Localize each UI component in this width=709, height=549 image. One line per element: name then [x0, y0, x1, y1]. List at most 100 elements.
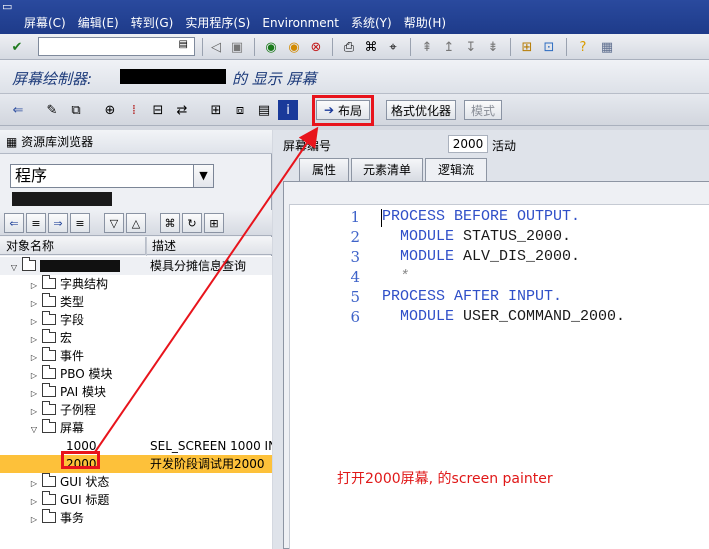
screen-description: 开发阶段调试用2000: [150, 457, 265, 471]
masked-program-name: [120, 69, 226, 84]
print-icon[interactable]: ⎙: [340, 38, 358, 56]
menu-system[interactable]: 系统(Y): [345, 14, 398, 32]
code-line: PROCESS AFTER INPUT.: [382, 288, 563, 305]
nav-settings-icon[interactable]: ⊞: [204, 213, 224, 233]
masked-program-node: [40, 260, 120, 272]
tree-row-screen-1000[interactable]: 1000 SEL_SCREEN 1000 INF: [0, 437, 272, 455]
next-page-icon[interactable]: ↧: [462, 38, 480, 56]
nav-forward-icon[interactable]: ⇒: [48, 213, 68, 233]
line-number: 5: [350, 288, 360, 306]
nav-back-icon[interactable]: ⇐: [4, 213, 24, 233]
flow-logic-tab-body: 1 2 3 4 5 6 PROCESS BEFORE OUTPUT. MODUL…: [283, 181, 709, 549]
tree-node-label: GUI 状态: [60, 475, 110, 489]
find-next-icon[interactable]: ⌖: [384, 38, 402, 56]
element-list-icon[interactable]: ▤: [254, 100, 274, 120]
menu-bar: ▭ 屏幕(C) 编辑(E) 转到(G) 实用程序(S) Environment …: [0, 0, 709, 34]
tree-row[interactable]: ▷ 事件: [0, 347, 272, 365]
menu-edit[interactable]: 编辑(E): [72, 14, 125, 32]
change-icon[interactable]: ✎: [42, 100, 62, 120]
tree-row[interactable]: ▷ PBO 模块: [0, 365, 272, 383]
navigator-toolbar: ⇐ ≡ ⇒ ≡ ▽ △ ⌘ ↻ ⊞: [0, 210, 272, 236]
format-optimizer-button[interactable]: 格式优化器: [386, 100, 456, 120]
save-icon[interactable]: ▣: [228, 38, 246, 56]
tree-row[interactable]: ▷ GUI 标题: [0, 491, 272, 509]
dictionary-icon[interactable]: ⧈: [230, 100, 250, 120]
new-session-icon[interactable]: ⊞: [518, 38, 536, 56]
tree-row-root[interactable]: ▽ 模具分摊信息查询: [0, 257, 272, 275]
menu-goto[interactable]: 转到(G): [125, 14, 180, 32]
collapse-icon[interactable]: ◁: [207, 38, 225, 56]
code-line: MODULE STATUS_2000.: [382, 228, 572, 245]
command-field[interactable]: ▤: [38, 37, 195, 56]
menu-help[interactable]: 帮助(H): [398, 14, 452, 32]
shortcut-icon[interactable]: ⊡: [540, 38, 558, 56]
back-arrow-icon[interactable]: ⇐: [8, 100, 28, 120]
tree-row[interactable]: ▷ GUI 状态: [0, 473, 272, 491]
tree-row-screens[interactable]: ▽ 屏幕: [0, 419, 272, 437]
tab-flow-logic[interactable]: 逻辑流: [425, 158, 487, 182]
tree-row[interactable]: ▷ 类型: [0, 293, 272, 311]
tree-row[interactable]: ▷ 字段: [0, 311, 272, 329]
find-icon[interactable]: ⌘: [362, 38, 380, 56]
history-icon[interactable]: ▤: [179, 39, 188, 50]
tree-row[interactable]: ▷ 字典结构: [0, 275, 272, 293]
nav-menu-icon[interactable]: ≡: [70, 213, 90, 233]
where-used-icon[interactable]: ⊟: [148, 100, 168, 120]
display-change-icon[interactable]: ⧉: [66, 100, 86, 120]
page-title: 屏幕绘制器:: [12, 70, 93, 88]
nav-find-icon[interactable]: ⌘: [160, 213, 180, 233]
menu-screen[interactable]: 屏幕(C): [18, 14, 72, 32]
help-icon[interactable]: ?: [574, 38, 592, 56]
tree-row-screen-2000[interactable]: 2000 开发阶段调试用2000: [0, 455, 272, 473]
folder-icon: [42, 491, 56, 505]
enter-icon[interactable]: ✔: [8, 38, 26, 56]
last-page-icon[interactable]: ⇟: [484, 38, 502, 56]
tree-icon: ▦: [6, 135, 18, 149]
info-icon[interactable]: i: [278, 100, 298, 120]
folder-icon: [42, 509, 56, 523]
layout-button-highlight: [312, 95, 374, 126]
object-type-select[interactable]: 程序 ▼: [10, 164, 214, 188]
tree-row[interactable]: ▷ 宏: [0, 329, 272, 347]
screen-status: 活动: [492, 139, 517, 153]
flow-logic-editor[interactable]: 1 2 3 4 5 6 PROCESS BEFORE OUTPUT. MODUL…: [289, 204, 709, 549]
standard-toolbar: ✔ ▤ ◁ ▣ ◉ ◉ ⊗ ⎙ ⌘ ⌖ ⇞ ↥ ↧ ⇟ ⊞ ⊡ ? ▦: [0, 34, 709, 60]
chevron-down-icon[interactable]: ▼: [193, 165, 213, 187]
exit-icon[interactable]: ◉: [285, 38, 303, 56]
tree-node-label: 事件: [60, 349, 85, 363]
nav-refresh-icon[interactable]: ↻: [182, 213, 202, 233]
object-type-value: 程序: [15, 166, 48, 185]
previous-page-icon[interactable]: ↥: [440, 38, 458, 56]
collapse-all-icon[interactable]: △: [126, 213, 146, 233]
repository-browser: ▦ 资源库浏览器 程序 ▼ ⇐ ≡ ⇒ ≡ ▽ △ ⌘ ↻ ⊞ 对象名称 描述 …: [0, 130, 272, 549]
activate-icon[interactable]: ⁞: [124, 100, 144, 120]
folder-icon: [22, 257, 36, 271]
cancel-icon[interactable]: ⊗: [307, 38, 325, 56]
menu-utilities[interactable]: 实用程序(S): [179, 14, 256, 32]
folder-icon: [42, 473, 56, 487]
system-menu-icon[interactable]: ▭: [2, 1, 16, 13]
col-object-name[interactable]: 对象名称: [0, 237, 146, 255]
tree-row[interactable]: ▷ 事务: [0, 509, 272, 527]
mode-button[interactable]: 模式: [464, 100, 502, 120]
tab-attributes[interactable]: 属性: [299, 158, 349, 181]
folder-open-icon: [42, 419, 56, 433]
layout-menu-icon[interactable]: ▦: [598, 38, 616, 56]
back-icon[interactable]: ◉: [262, 38, 280, 56]
masked-object-name: [12, 192, 112, 206]
tree-row[interactable]: ▷ PAI 模块: [0, 383, 272, 401]
col-description[interactable]: 描述: [146, 237, 272, 255]
tab-element-list[interactable]: 元素清单: [351, 158, 423, 181]
menu-environment[interactable]: Environment: [256, 14, 345, 32]
line-number: 1: [350, 208, 360, 226]
first-page-icon[interactable]: ⇞: [418, 38, 436, 56]
tree-row[interactable]: ▷ 子例程: [0, 401, 272, 419]
object-list-icon[interactable]: ⊕: [100, 100, 120, 120]
nav-history-icon[interactable]: ≡: [26, 213, 46, 233]
navigate-icon[interactable]: ⇄: [172, 100, 192, 120]
code-line: MODULE ALV_DIS_2000.: [382, 248, 581, 265]
folder-icon: [42, 365, 56, 379]
hierarchy-icon[interactable]: ⊞: [206, 100, 226, 120]
folder-icon: [42, 401, 56, 415]
expand-icon[interactable]: ▽: [104, 213, 124, 233]
